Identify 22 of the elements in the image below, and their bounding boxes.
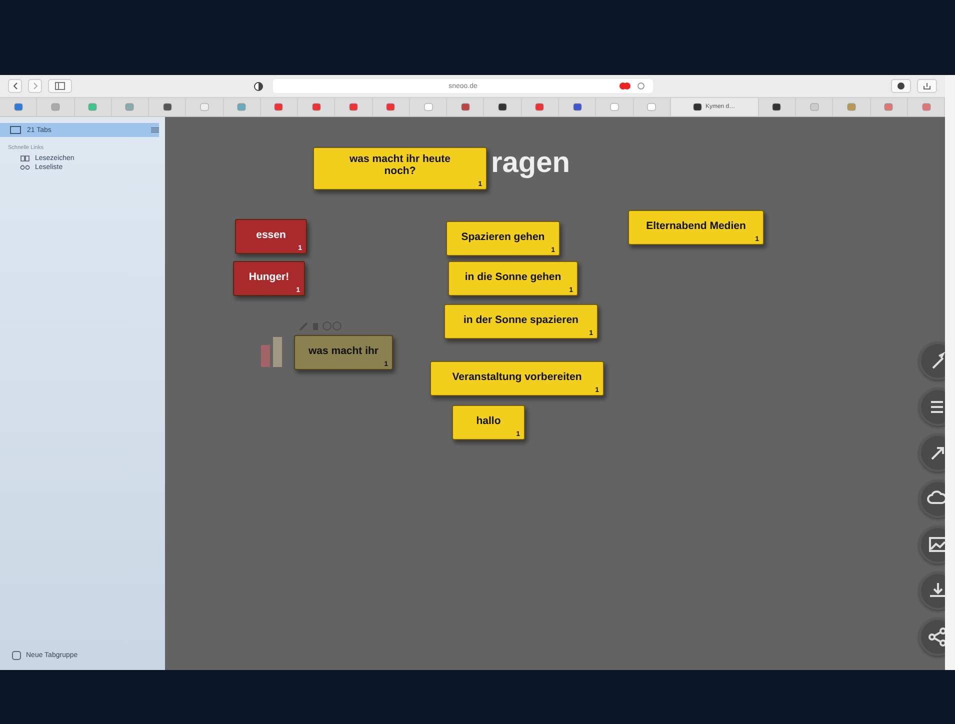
back-button[interactable] <box>8 79 22 93</box>
board-title: ragen <box>491 147 570 180</box>
book-icon <box>20 155 30 162</box>
tabs-icon <box>10 126 21 134</box>
forward-button[interactable] <box>28 79 42 93</box>
glasses-icon <box>20 165 30 170</box>
menu-icon[interactable] <box>151 127 159 133</box>
vote-bars-icon <box>261 337 285 367</box>
download-button[interactable] <box>891 79 911 93</box>
favicon-icon[interactable] <box>693 103 702 111</box>
chevron-left-icon <box>12 82 18 90</box>
favicon-icon[interactable] <box>162 103 172 111</box>
favicon-icon[interactable] <box>572 103 582 111</box>
new-tab-group-icon[interactable] <box>12 651 21 660</box>
favicon-icon[interactable] <box>498 103 508 111</box>
sidebar-button[interactable] <box>48 79 72 93</box>
chevron-right-icon <box>32 82 38 90</box>
sidebar-icon <box>55 82 65 90</box>
favicon-icon[interactable] <box>772 103 782 111</box>
scrollbar[interactable] <box>945 75 955 670</box>
share-icon <box>923 82 931 90</box>
share-button[interactable] <box>917 79 937 93</box>
